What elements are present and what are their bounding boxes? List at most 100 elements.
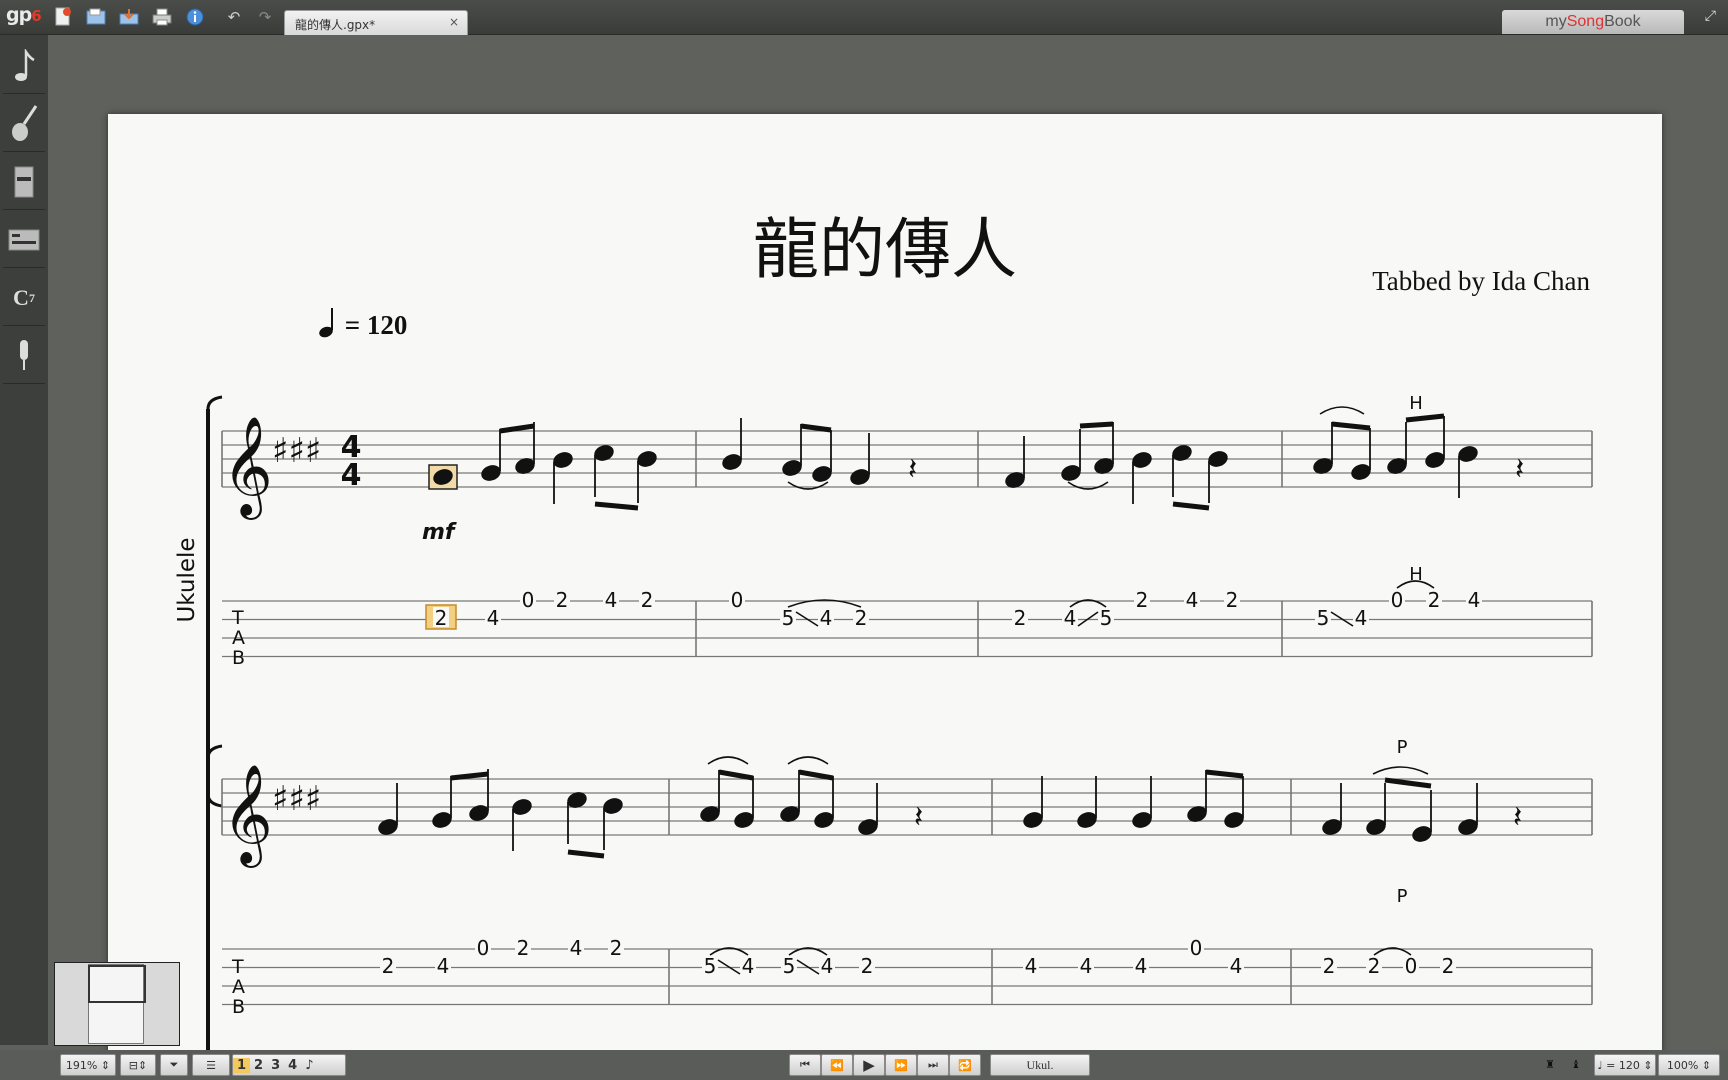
play-icon[interactable]: ▶ <box>853 1054 885 1076</box>
tab-fret-number[interactable]: 0 <box>731 588 744 612</box>
treble-clef: 𝄞 <box>222 416 273 520</box>
tab-fret-number[interactable]: 4 <box>1064 606 1077 630</box>
page-button-4[interactable]: 4 <box>284 1058 301 1073</box>
tab-fret-number[interactable]: 2 <box>1323 954 1336 978</box>
tab-fret-number[interactable]: 4 <box>487 606 500 630</box>
tab-fret-number[interactable]: 0 <box>1391 588 1404 612</box>
page-button-3[interactable]: 3 <box>267 1058 284 1073</box>
tab-fret-number[interactable]: 2 <box>556 588 569 612</box>
tab-fret-number[interactable]: 0 <box>477 936 490 960</box>
standard-staff <box>221 778 1593 836</box>
page-layout-select[interactable]: ⊟⇕ <box>120 1054 156 1076</box>
page-selector[interactable]: 1 2 3 4 ♪ <box>232 1054 346 1076</box>
tab-fret-number[interactable]: 2 <box>1136 588 1149 612</box>
beam <box>1079 421 1114 429</box>
tab-fret-number[interactable]: 5 <box>1317 606 1330 630</box>
beam <box>1172 501 1210 511</box>
tab-fret-number[interactable]: 4 <box>1080 954 1093 978</box>
tab-fret-number[interactable]: 5 <box>782 606 795 630</box>
tab-fret-number[interactable]: 4 <box>821 954 834 978</box>
tab-fret-number[interactable]: 2 <box>517 936 530 960</box>
instrument-guitar-icon[interactable] <box>3 97 45 152</box>
tab-fret-number[interactable]: 4 <box>437 954 450 978</box>
close-tab-icon[interactable]: × <box>449 15 459 29</box>
tab-fret-number[interactable]: 2 <box>1014 606 1027 630</box>
system-bracket <box>206 744 223 1054</box>
effects-rack-icon[interactable] <box>3 213 45 268</box>
tab-fret-number[interactable]: 0 <box>1190 936 1203 960</box>
page-view-icon[interactable]: ☰ <box>192 1054 230 1076</box>
tempo-select[interactable]: ♩ = 120 ⇕ <box>1594 1054 1656 1076</box>
print-icon[interactable] <box>151 6 173 28</box>
document-tab-label: 龍的傳人.gpx* <box>295 18 376 32</box>
multitrack-toggle-icon[interactable]: ⏷ <box>160 1054 188 1076</box>
tab-fret-number[interactable]: 4 <box>570 936 583 960</box>
fast-forward-icon[interactable]: ⏩ <box>885 1054 917 1076</box>
redo-icon[interactable]: ↷ <box>254 6 276 28</box>
tab-fret-number[interactable]: 2 <box>610 936 623 960</box>
standard-staff <box>221 430 1593 488</box>
tab-fret-number[interactable]: 4 <box>1186 588 1199 612</box>
tab-fret-number[interactable]: 2 <box>855 606 868 630</box>
mysongbook-button[interactable]: mySongBook <box>1502 10 1684 34</box>
page-navigator[interactable] <box>54 962 180 1046</box>
tab-letter-b: B <box>232 996 245 1018</box>
tab-fret-number[interactable]: 4 <box>1135 954 1148 978</box>
beam <box>1205 769 1244 779</box>
tab-fret-number[interactable]: 4 <box>1468 588 1481 612</box>
loop-icon[interactable]: 🔁 <box>949 1054 981 1076</box>
tab-fret-number[interactable]: 4 <box>1230 954 1243 978</box>
chord-diagram-icon[interactable]: C7 <box>3 271 45 326</box>
tab-fret-number[interactable]: 2 <box>861 954 874 978</box>
count-in-icon[interactable]: ♝ <box>1564 1054 1588 1074</box>
save-file-icon[interactable] <box>118 6 140 28</box>
new-file-icon[interactable] <box>52 6 74 28</box>
metronome-icon[interactable]: ♜ <box>1538 1054 1562 1074</box>
rewind-icon[interactable]: ⏪ <box>821 1054 853 1076</box>
beam <box>800 423 832 433</box>
tab-fret-number[interactable]: 5 <box>783 954 796 978</box>
tie-slur <box>1067 481 1109 490</box>
tab-fret-number[interactable]: 2 <box>641 588 654 612</box>
go-to-end-icon[interactable]: ⏭ <box>917 1054 949 1076</box>
tab-letter-a: A <box>232 976 245 998</box>
tab-fret-number[interactable]: 2 <box>1428 588 1441 612</box>
tab-fret-number[interactable]: 2 <box>382 954 395 978</box>
info-icon[interactable] <box>184 6 206 28</box>
tab-fret-number[interactable]: 2 <box>1226 588 1239 612</box>
tab-fret-number[interactable]: 2 <box>1442 954 1455 978</box>
volume-select[interactable]: 100% ⇕ <box>1658 1054 1720 1076</box>
tie-slur <box>707 756 749 765</box>
page-button-2[interactable]: 2 <box>250 1058 267 1073</box>
page-button-1[interactable]: 1 <box>233 1057 251 1073</box>
tab-fret-number[interactable]: 2 <box>435 606 448 630</box>
tie-slur <box>1319 406 1365 415</box>
open-file-icon[interactable] <box>85 6 107 28</box>
hammer-on-label: H <box>1409 564 1423 585</box>
go-to-start-icon[interactable]: ⏮ <box>789 1054 821 1076</box>
key-signature-sharps: ♯♯♯ <box>272 779 321 819</box>
edition-palette-note-icon[interactable] <box>3 39 45 94</box>
score-notation[interactable]: Ukulele 𝄞 ♯♯♯ 4 4 mf T A B 𝄽 𝄽 2 40 2 4 2 05 4 2… <box>108 114 1662 1054</box>
tab-fret-number[interactable]: 4 <box>605 588 618 612</box>
navigator-viewport[interactable] <box>88 965 146 1003</box>
microphone-icon[interactable] <box>3 329 45 384</box>
document-tab[interactable]: 龍的傳人.gpx* × <box>284 10 468 35</box>
tab-fret-number[interactable]: 5 <box>704 954 717 978</box>
note-input-icon[interactable]: ♪ <box>301 1058 317 1073</box>
tab-fret-number[interactable]: 4 <box>742 954 755 978</box>
tab-fret-number[interactable]: 2 <box>1368 954 1381 978</box>
track-selector[interactable]: Ukul. <box>990 1054 1090 1076</box>
tab-fret-number[interactable]: 0 <box>1405 954 1418 978</box>
tab-fret-number[interactable]: 4 <box>1025 954 1038 978</box>
hammer-on-label: H <box>1409 393 1423 414</box>
undo-icon[interactable]: ↶ <box>223 6 245 28</box>
tab-fret-number[interactable]: 0 <box>522 588 535 612</box>
mixer-amp-icon[interactable] <box>3 155 45 210</box>
zoom-select[interactable]: 191% ⇕ <box>60 1054 116 1076</box>
tab-fret-number[interactable]: 5 <box>1100 606 1113 630</box>
tab-fret-number[interactable]: 4 <box>1355 606 1368 630</box>
tab-fret-number[interactable]: 4 <box>820 606 833 630</box>
quarter-rest: 𝄽 <box>914 800 923 835</box>
fullscreen-icon[interactable]: ⤢ <box>1705 8 1716 24</box>
